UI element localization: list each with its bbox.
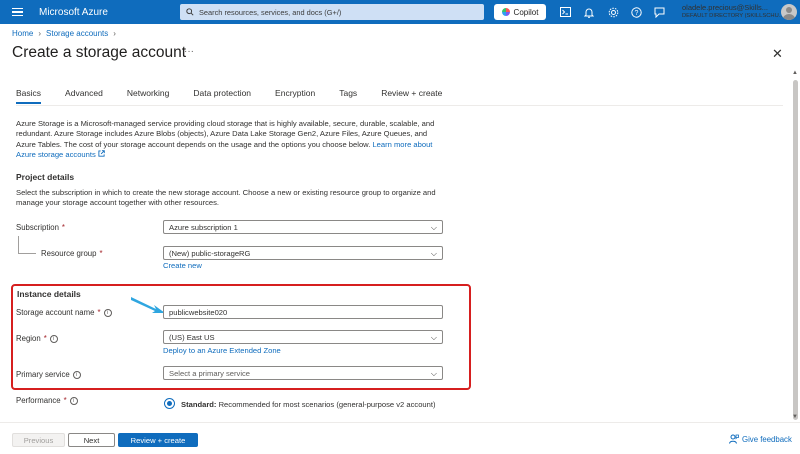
search-icon — [186, 8, 194, 16]
info-icon[interactable]: i — [69, 396, 78, 405]
account-name: oladele.precious@Skills... — [682, 3, 768, 12]
chevron-down-icon: ⌵ — [430, 369, 437, 378]
breadcrumb-separator: › — [38, 29, 42, 38]
performance-label-text: Performance — [16, 396, 61, 405]
region-label-text: Region — [16, 334, 41, 343]
resource-group-label-text: Resource group — [41, 249, 97, 258]
required-marker: * — [63, 396, 67, 405]
region-select[interactable]: (US) East US ⌵ — [163, 330, 443, 344]
feedback-icon[interactable] — [653, 6, 665, 18]
chevron-down-icon: ⌵ — [430, 249, 437, 258]
required-marker: * — [99, 249, 103, 258]
primary-service-select[interactable]: Select a primary service ⌵ — [163, 366, 443, 380]
storage-account-name-label-text: Storage account name — [16, 308, 95, 317]
chevron-down-icon: ⌵ — [430, 223, 437, 232]
performance-label: Performance * i — [16, 396, 78, 405]
annotation-arrow-icon — [131, 297, 165, 313]
tree-connector — [18, 253, 36, 254]
breadcrumb-storage-accounts[interactable]: Storage accounts — [46, 29, 108, 38]
breadcrumb: Home › Storage accounts › — [12, 29, 116, 38]
performance-standard-label: Standard: Recommended for most scenarios… — [181, 400, 436, 409]
page-title: Create a storage account — [12, 44, 187, 61]
storage-account-name-input[interactable]: publicwebsite020 — [163, 305, 443, 319]
account-directory: DEFAULT DIRECTORY (SKILLSCHU... — [682, 13, 784, 19]
next-button[interactable]: Next — [68, 433, 115, 447]
storage-account-name-value: publicwebsite020 — [169, 307, 228, 317]
primary-service-placeholder: Select a primary service — [169, 368, 251, 378]
cloud-shell-icon[interactable] — [559, 6, 571, 18]
review-create-button[interactable]: Review + create — [118, 433, 198, 447]
tab-divider — [16, 105, 783, 106]
breadcrumb-home[interactable]: Home — [12, 29, 33, 38]
subscription-value: Azure subscription 1 — [169, 222, 238, 232]
previous-button[interactable]: Previous — [12, 433, 65, 447]
feedback-person-icon — [729, 434, 739, 444]
scroll-up-icon[interactable]: ▲ — [792, 70, 798, 76]
resource-group-select[interactable]: (New) public-storageRG ⌵ — [163, 246, 443, 260]
breadcrumb-separator: › — [113, 29, 116, 38]
storage-account-name-label: Storage account name * i — [16, 308, 112, 317]
copilot-button[interactable]: Copilot — [494, 4, 546, 20]
resource-group-label: Resource group * — [41, 249, 103, 258]
svg-text:?: ? — [634, 10, 638, 17]
external-link-icon — [98, 150, 105, 157]
required-marker: * — [61, 223, 65, 232]
menu-icon[interactable] — [0, 0, 34, 24]
info-icon[interactable]: i — [72, 370, 81, 379]
create-new-link[interactable]: Create new — [163, 261, 202, 270]
performance-standard-bold: Standard: — [181, 400, 217, 409]
subscription-select[interactable]: Azure subscription 1 ⌵ — [163, 220, 443, 234]
footer-bar: Previous Next Review + create Give feedb… — [0, 422, 800, 454]
subscription-label-text: Subscription — [16, 223, 59, 232]
extended-zone-link[interactable]: Deploy to an Azure Extended Zone — [163, 346, 281, 355]
notifications-icon[interactable] — [583, 6, 595, 18]
chevron-down-icon: ⌵ — [430, 333, 437, 342]
account-info[interactable]: oladele.precious@Skills... DEFAULT DIREC… — [682, 3, 784, 21]
settings-gear-icon[interactable] — [607, 6, 619, 18]
give-feedback-link[interactable]: Give feedback — [729, 434, 792, 444]
required-marker: * — [97, 308, 101, 317]
copilot-icon — [501, 8, 510, 16]
search-input[interactable]: Search resources, services, and docs (G+… — [180, 4, 484, 20]
more-options-icon[interactable]: ··· — [184, 46, 194, 57]
copilot-label: Copilot — [513, 7, 539, 17]
help-icon[interactable]: ? — [630, 6, 642, 18]
brand-label[interactable]: Microsoft Azure — [39, 7, 179, 18]
search-placeholder: Search resources, services, and docs (G+… — [199, 7, 342, 17]
subscription-label: Subscription * — [16, 223, 65, 232]
primary-service-label-text: Primary service — [16, 370, 70, 379]
scroll-thumb[interactable] — [793, 80, 798, 420]
project-details-text: Select the subscription in which to crea… — [16, 188, 436, 208]
region-value: (US) East US — [169, 332, 215, 342]
info-icon[interactable]: i — [103, 308, 112, 317]
performance-standard-radio[interactable] — [164, 398, 175, 409]
instance-details-heading: Instance details — [17, 289, 81, 299]
project-details-heading: Project details — [16, 172, 75, 182]
info-icon[interactable]: i — [49, 334, 58, 343]
tree-connector — [18, 236, 19, 254]
vertical-scrollbar[interactable]: ▲ ▼ — [791, 70, 800, 420]
performance-standard-text: Recommended for most scenarios (general-… — [216, 400, 436, 409]
primary-service-label: Primary service i — [16, 370, 81, 379]
scroll-down-icon[interactable]: ▼ — [792, 414, 798, 420]
avatar[interactable] — [781, 4, 797, 20]
required-marker: * — [43, 334, 47, 343]
resource-group-value: (New) public-storageRG — [169, 248, 251, 258]
give-feedback-label: Give feedback — [742, 434, 792, 444]
region-label: Region * i — [16, 334, 58, 343]
intro-description: Azure Storage is a Microsoft-managed ser… — [16, 119, 446, 161]
close-icon[interactable]: ✕ — [772, 46, 783, 62]
